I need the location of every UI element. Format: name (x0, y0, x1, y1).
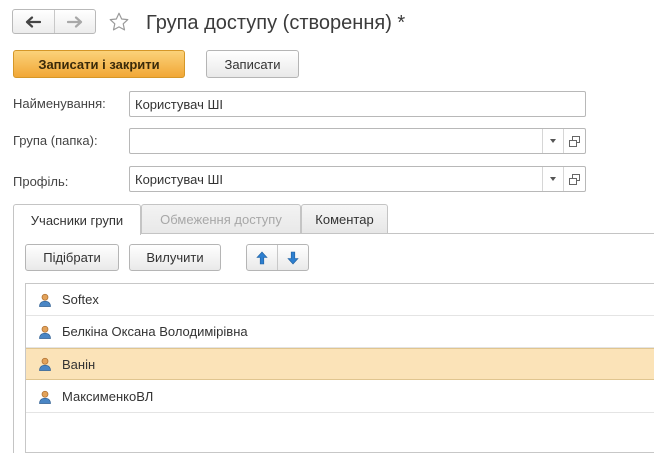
forward-button[interactable] (53, 10, 96, 33)
list-item[interactable]: МаксименкоВЛ (26, 381, 654, 413)
profile-dropdown-button[interactable] (542, 167, 563, 191)
move-down-button[interactable] (277, 245, 308, 270)
members-list[interactable]: Softex Белкіна Оксана Володимірівна Вані… (25, 283, 654, 453)
group-open-button[interactable] (563, 129, 585, 153)
page-title: Група доступу (створення) * (146, 12, 406, 34)
arrow-down-icon (287, 251, 299, 264)
group-dropdown-button[interactable] (542, 129, 563, 153)
name-field[interactable]: Користувач ШІ (129, 91, 586, 117)
remove-button[interactable]: Вилучити (129, 244, 221, 271)
list-item[interactable]: Softex (26, 284, 654, 316)
member-name: Ванін (62, 356, 96, 372)
arrow-left-icon (26, 15, 42, 28)
chevron-down-icon (550, 139, 556, 143)
open-window-icon (569, 135, 580, 147)
chevron-down-icon (550, 177, 556, 181)
star-icon[interactable] (108, 11, 130, 33)
save-and-close-button[interactable]: Записати і закрити (13, 50, 185, 78)
tab-comment[interactable]: Коментар (301, 204, 388, 234)
user-icon (39, 390, 51, 404)
arrow-right-icon (66, 15, 82, 28)
pick-button[interactable]: Підібрати (25, 244, 119, 271)
member-name: Softex (62, 292, 99, 307)
save-button[interactable]: Записати (206, 50, 299, 78)
tab-members[interactable]: Учасники групи (13, 204, 141, 235)
member-name: Белкіна Оксана Володимірівна (62, 324, 248, 339)
reorder-buttons (246, 244, 309, 271)
list-item-selected[interactable]: Ванін (26, 348, 654, 380)
profile-label: Профіль: (13, 174, 69, 189)
profile-field[interactable]: Користувач ШІ (129, 166, 586, 192)
group-field[interactable] (129, 128, 586, 154)
tab-access-restrictions[interactable]: Обмеження доступу (141, 204, 301, 234)
profile-open-button[interactable] (563, 167, 585, 191)
name-value: Користувач ШІ (135, 96, 224, 112)
group-label: Група (папка): (13, 133, 98, 148)
open-window-icon (569, 173, 580, 185)
arrow-up-icon (256, 251, 268, 264)
back-button[interactable] (13, 10, 54, 33)
move-up-button[interactable] (247, 245, 277, 270)
navigation-buttons (12, 9, 96, 34)
member-name: МаксименкоВЛ (62, 389, 154, 404)
user-icon (39, 293, 51, 307)
name-label: Найменування: (13, 96, 106, 111)
user-icon (39, 325, 51, 339)
list-item[interactable]: Белкіна Оксана Володимірівна (26, 316, 654, 348)
user-icon (39, 357, 51, 371)
profile-value: Користувач ШІ (135, 171, 224, 187)
